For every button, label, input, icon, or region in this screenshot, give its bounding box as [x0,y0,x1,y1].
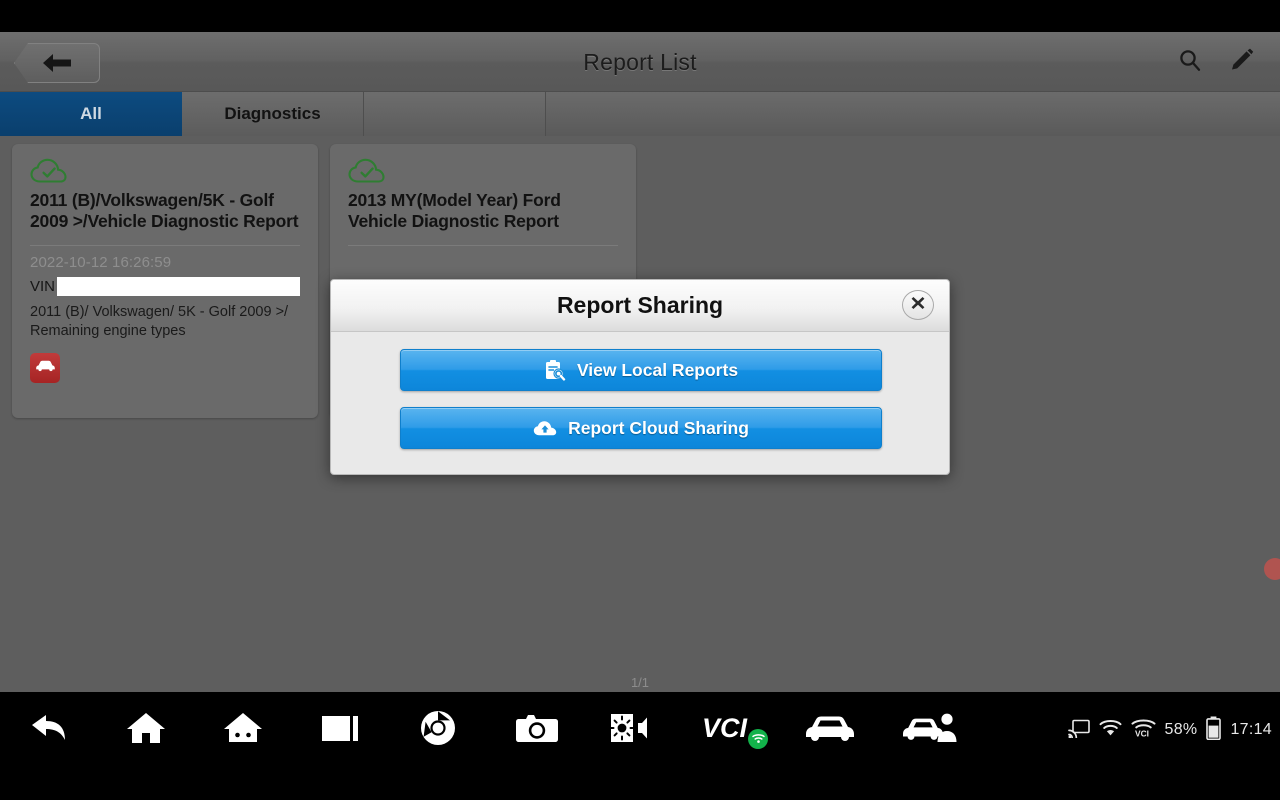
nav-camera-button[interactable] [508,704,566,756]
home-icon [125,711,167,750]
report-cloud-sharing-button[interactable]: Report Cloud Sharing [400,407,882,449]
nav-home-button[interactable] [118,704,174,756]
cloud-check-icon [348,158,618,184]
report-card-title: 2013 MY(Model Year) Ford Vehicle Diagnos… [348,190,561,231]
camera-icon [514,711,560,750]
back-arrow-icon [28,711,72,750]
view-local-reports-label: View Local Reports [576,359,739,380]
report-card-vehicle-badge [30,352,60,383]
report-card-subtitle: 2011 (B)/ Volkswagen/ 5K - Golf 2009 >/ … [30,304,289,340]
page-indicator: 1/1 [630,675,650,690]
card-divider [30,245,300,247]
tab-empty[interactable] [364,92,546,136]
edit-button[interactable] [1222,44,1262,80]
nav-vehicle-button[interactable] [800,704,860,756]
close-x-icon [910,295,926,316]
vin-input[interactable] [57,277,300,297]
nav-brightness-volume-button[interactable] [603,704,663,756]
brightness-volume-icon [609,711,656,750]
dialog-body: View Local Reports Report Cloud Sharing [331,332,949,449]
wifi-icon[interactable] [1099,719,1122,742]
nav-vehicle-technician-button[interactable] [898,704,962,756]
car-icon [35,359,56,377]
cloud-upload-icon [533,419,557,437]
cast-icon[interactable] [1067,718,1090,743]
screen-root: Report List All Diagnostics 2011 (B)/Vol… [0,0,1280,800]
report-sharing-dialog: Report Sharing View Local Reports Report… [330,279,950,475]
chrome-browser-icon [419,709,457,752]
battery-percent: 58% [1164,721,1198,738]
app-header: Report List [0,32,1280,92]
battery-icon [1206,716,1222,745]
tab-diagnostics[interactable]: Diagnostics [182,92,364,136]
svg-text:VCI: VCI [702,713,748,743]
nav-vci-button[interactable]: VCI [695,704,771,756]
report-search-icon [544,359,566,381]
vin-row: VIN [30,277,300,297]
view-local-reports-button[interactable]: View Local Reports [400,349,882,391]
report-card-date: 2022-10-12 16:26:59 [30,254,172,272]
vci-wifi-icon[interactable]: VCI [1131,718,1156,742]
vci-connected-badge [748,728,768,749]
android-home-icon [222,711,264,750]
vci-icon: VCI [702,713,768,749]
recents-icon [319,712,361,749]
tab-all[interactable]: All [0,92,182,136]
tab-all-label: All [80,104,102,123]
edge-indicator-dot [1264,558,1280,580]
clock: 17:14 [1230,721,1272,738]
nav-android-home-button[interactable] [215,704,271,756]
tab-diagnostics-label: Diagnostics [224,104,321,123]
dialog-header: Report Sharing [331,280,949,332]
search-icon [1177,47,1203,78]
status-tray: VCI 58% 17:14 [1067,714,1272,746]
nav-recents-button[interactable] [312,704,368,756]
report-card[interactable]: 2011 (B)/Volkswagen/5K - Golf 2009 >/Veh… [12,144,318,418]
dialog-title: Report Sharing [556,292,724,318]
svg-text:VCI: VCI [1135,728,1149,737]
card-divider [348,245,618,247]
edit-pencil-icon [1229,47,1255,78]
report-cloud-sharing-label: Report Cloud Sharing [568,417,749,438]
system-navigation-bar: VCI VCI 58% 17:14 [0,692,1280,800]
car-technician-icon [902,712,958,749]
close-button[interactable] [902,290,934,320]
search-button[interactable] [1170,44,1210,80]
nav-chrome-button[interactable] [410,704,466,756]
nav-back-button[interactable] [20,704,80,756]
tab-bar: All Diagnostics [0,92,1280,136]
car-icon [804,713,856,748]
vin-label: VIN [30,278,56,296]
page-title: Report List [583,48,697,75]
report-card-title: 2011 (B)/Volkswagen/5K - Golf 2009 >/Veh… [30,190,299,231]
top-black-strip [0,0,1280,32]
cloud-check-icon [30,158,300,184]
